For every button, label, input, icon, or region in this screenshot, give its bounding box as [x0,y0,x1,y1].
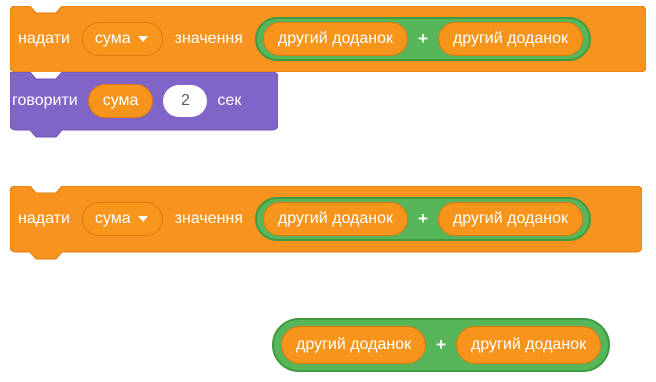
seconds-input[interactable]: 2 [163,85,208,117]
variable-reporter[interactable]: сума [87,84,154,118]
set-variable-block-2[interactable]: надати сума значення другий доданок + др… [10,186,642,260]
value-label: значення [174,30,243,47]
operand-left-2[interactable]: другий доданок [262,202,408,236]
operand-left[interactable]: другий доданок [262,22,408,56]
addition-operator-3[interactable]: другий доданок + другий доданок [272,318,611,372]
seconds-label: сек [217,92,242,109]
standalone-operator-block[interactable]: другий доданок + другий доданок [272,318,611,372]
variable-name-2: сума [94,210,131,227]
operand-left-3[interactable]: другий доданок [281,326,427,364]
variable-dropdown-2[interactable]: сума [81,202,163,236]
operand-right-3[interactable]: другий доданок [456,326,602,364]
operand-right-2[interactable]: другий доданок [437,202,583,236]
addition-operator[interactable]: другий доданок + другий доданок [254,17,591,61]
chevron-down-icon [137,36,148,42]
plus-sign: + [417,29,428,48]
say-label: говорити [12,92,78,109]
addition-operator-2[interactable]: другий доданок + другий доданок [254,197,591,241]
value-label-2: значення [174,210,243,227]
set-variable-block-1[interactable]: надати сума значення другий доданок + др… [10,6,646,72]
plus-sign-2: + [417,209,428,228]
operand-right[interactable]: другий доданок [437,22,583,56]
say-for-seconds-block[interactable]: говорити сума 2 сек [10,72,278,138]
set-label-2: надати [18,210,70,227]
chevron-down-icon [137,216,148,222]
variable-dropdown[interactable]: сума [81,22,163,56]
variable-name: сума [94,30,131,47]
set-label: надати [18,30,70,47]
plus-sign-3: + [436,335,446,354]
